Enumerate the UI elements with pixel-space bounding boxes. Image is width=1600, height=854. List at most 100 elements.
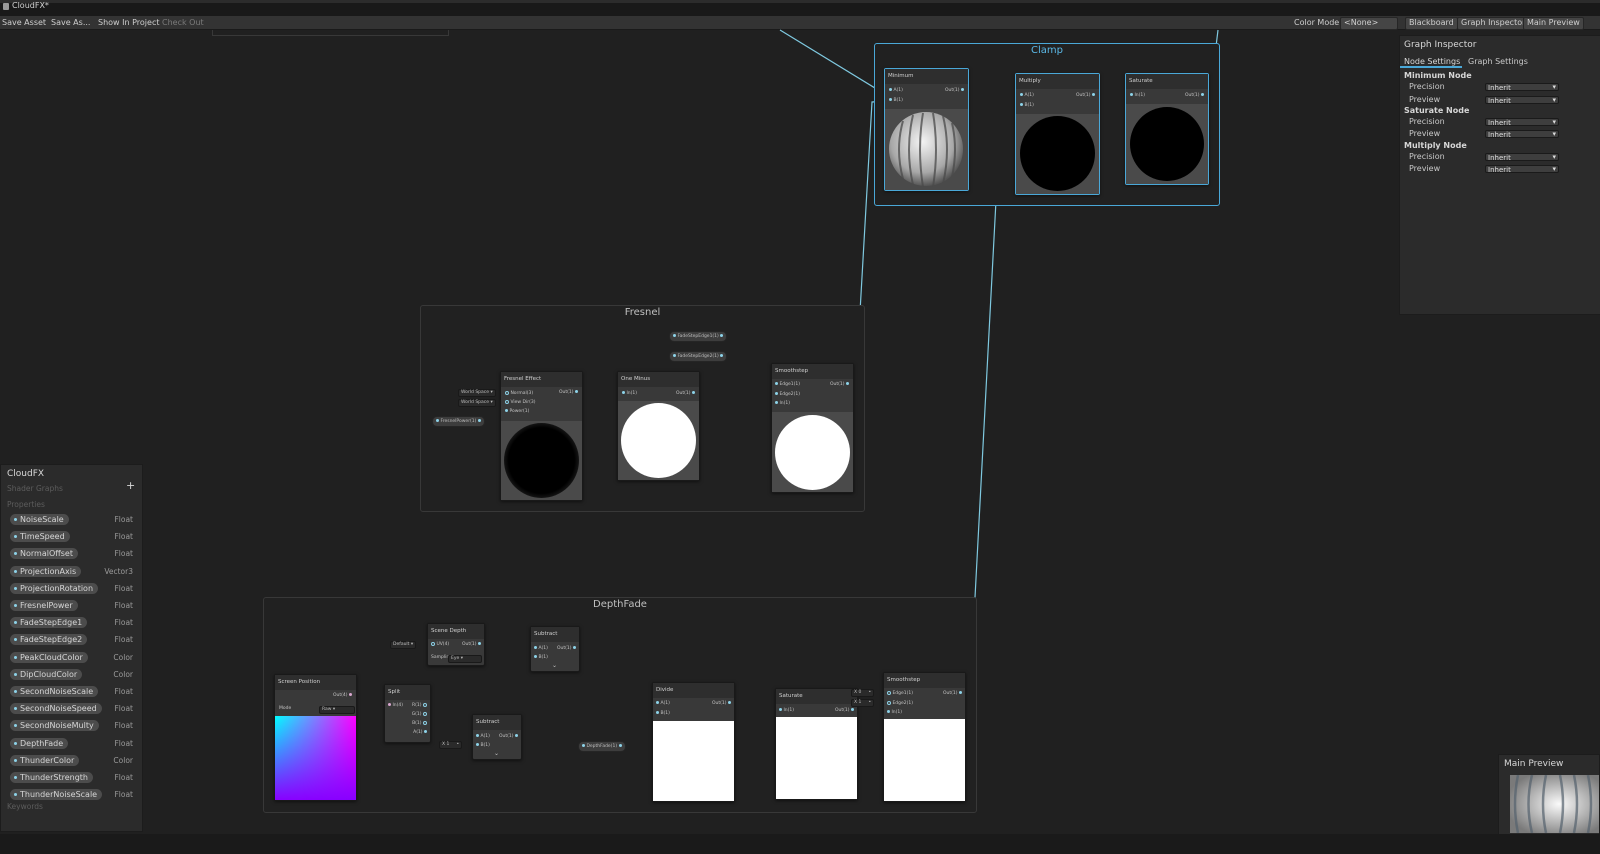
port-out[interactable]: Out(1): [1185, 92, 1204, 100]
uv-default-field[interactable]: Default ▾: [390, 641, 417, 649]
node-saturate-bottom[interactable]: Saturate In(1) Out(1): [775, 688, 858, 800]
property-name-pill[interactable]: PeakCloudColor: [10, 651, 88, 663]
node-scene-depth[interactable]: Scene Depth UV(4) Out(1) Samplin Eye ▾: [427, 623, 485, 666]
blackboard-property-row[interactable]: FadeStepEdge2 Float: [7, 634, 138, 646]
port-edge2[interactable]: Edge2(1): [775, 391, 800, 399]
chevron-down-icon[interactable]: ⌄: [552, 662, 557, 670]
port-in[interactable]: In(1): [1130, 92, 1145, 100]
port-out[interactable]: Out(1): [1076, 92, 1095, 100]
node-subtract-bottom[interactable]: Subtract A(1) B(1) Out(1) ⌄: [472, 714, 522, 760]
blackboard-property-row[interactable]: NoiseScale Float: [7, 514, 138, 526]
port-out[interactable]: Out(1): [835, 707, 854, 715]
port-normal[interactable]: Normal(3): [505, 390, 533, 398]
port-in[interactable]: In(4): [388, 702, 403, 710]
blackboard-property-row[interactable]: ThunderStrength Float: [7, 772, 138, 784]
blackboard-property-row[interactable]: PeakCloudColor Color: [7, 651, 138, 664]
port-r[interactable]: R(1): [412, 702, 427, 710]
property-name-pill[interactable]: ThunderColor: [10, 754, 80, 766]
port-a[interactable]: A(1): [534, 645, 548, 653]
property-name-pill[interactable]: ThunderNoiseScale: [10, 789, 103, 801]
property-name-pill[interactable]: ThunderStrength: [10, 772, 93, 783]
node-subtract-top[interactable]: Subtract A(1) B(1) Out(1) ⌄: [530, 626, 580, 672]
port-uv[interactable]: UV(4): [431, 641, 449, 649]
node-multiply[interactable]: Multiply A(1) B(1) Out(1): [1015, 73, 1100, 195]
port-out[interactable]: Out(1): [830, 381, 849, 389]
blackboard-panel[interactable]: CloudFX Shader Graphs + Properties Noise…: [0, 464, 143, 832]
property-chip-fadestepedge1[interactable]: FadeStepEdge1(1): [669, 331, 728, 342]
world-space-field-viewdir[interactable]: World Space ▾: [458, 399, 496, 407]
property-name-pill[interactable]: DipCloudColor: [10, 668, 83, 680]
blackboard-property-row[interactable]: TimeSpeed Float: [7, 531, 138, 543]
port-viewdir[interactable]: View Dir(3): [505, 399, 536, 407]
node-one-minus[interactable]: One Minus In(1) Out(1): [617, 371, 700, 481]
port-out[interactable]: Out(1): [559, 389, 578, 397]
port-b[interactable]: B(1): [476, 742, 490, 750]
property-name-pill[interactable]: SecondNoiseSpeed: [10, 703, 102, 715]
port-b[interactable]: B(1): [656, 710, 670, 718]
port-out[interactable]: Out(1): [676, 390, 695, 398]
minimum-precision-dropdown[interactable]: Inherit: [1485, 83, 1559, 92]
port-in[interactable]: In(1): [887, 709, 902, 717]
port-edge2[interactable]: Edge2(1): [887, 700, 913, 708]
add-property-button[interactable]: +: [126, 479, 135, 492]
blackboard-property-row[interactable]: NormalOffset Float: [7, 548, 138, 560]
edge2-x-field[interactable]: X 1 •: [851, 699, 875, 707]
port-out[interactable]: Out(1): [712, 700, 731, 708]
world-space-field-normal[interactable]: World Space ▾: [458, 389, 496, 397]
saturate-precision-dropdown[interactable]: Inherit: [1485, 118, 1559, 127]
port-in[interactable]: In(1): [622, 390, 637, 398]
blackboard-property-row[interactable]: ProjectionAxis Vector3: [7, 565, 138, 578]
property-name-pill[interactable]: FadeStepEdge2: [10, 634, 88, 646]
port-a[interactable]: A(1): [1020, 92, 1034, 100]
multiply-precision-dropdown[interactable]: Inherit: [1485, 153, 1559, 162]
port-b[interactable]: B(1): [1020, 102, 1034, 110]
node-smoothstep-bottom[interactable]: Smoothstep Edge1(1) Edge2(1) In(1) Out(1…: [883, 672, 966, 802]
port-out[interactable]: Out(1): [945, 87, 964, 95]
property-chip-depthfade[interactable]: DepthFade(1): [578, 741, 626, 752]
property-name-pill[interactable]: FadeStepEdge1: [10, 617, 88, 629]
blackboard-property-row[interactable]: FresnelPower Float: [7, 600, 138, 612]
chevron-down-icon[interactable]: ⌄: [494, 750, 499, 758]
port-g[interactable]: G(1): [412, 711, 427, 719]
node-split[interactable]: Split In(4) R(1) G(1) B(1) A(1): [384, 684, 431, 743]
node-minimum[interactable]: Minimum A(1) B(1) Out(1): [884, 68, 969, 191]
graph-inspector-panel[interactable]: Graph Inspector Node Settings Graph Sett…: [1399, 35, 1600, 315]
property-name-pill[interactable]: FresnelPower: [10, 600, 78, 611]
port-a[interactable]: A(1): [476, 733, 490, 741]
tab-graph-settings[interactable]: Graph Settings: [1468, 56, 1528, 68]
port-in[interactable]: In(1): [775, 400, 790, 408]
port-a[interactable]: A(1): [413, 729, 427, 737]
edge1-x-field[interactable]: X 0 •: [851, 689, 875, 697]
property-name-pill[interactable]: DepthFade: [10, 737, 69, 749]
port-edge1[interactable]: Edge1(1): [887, 690, 913, 698]
port-edge1[interactable]: Edge1(1): [775, 381, 800, 389]
property-chip-fresnelpower[interactable]: FresnelPower(1): [432, 416, 485, 427]
port-b[interactable]: B(1): [889, 97, 903, 105]
blackboard-property-row[interactable]: SecondNoiseScale Float: [7, 686, 138, 698]
node-saturate-top[interactable]: Saturate In(1) Out(1): [1125, 73, 1209, 185]
property-name-pill[interactable]: NormalOffset: [10, 548, 78, 560]
saturate-preview-dropdown[interactable]: Inherit: [1485, 130, 1559, 139]
port-b[interactable]: B(1): [412, 720, 427, 728]
port-out[interactable]: Out(1): [499, 733, 518, 741]
blackboard-property-row[interactable]: ThunderNoiseScale Float: [7, 789, 138, 801]
port-out[interactable]: Out(1): [557, 645, 576, 653]
tab-node-settings[interactable]: Node Settings: [1400, 56, 1462, 68]
port-out[interactable]: Out(1): [943, 690, 962, 698]
blackboard-property-row[interactable]: ProjectionRotation Float: [7, 582, 138, 595]
blackboard-property-row[interactable]: FadeStepEdge1 Float: [7, 617, 138, 629]
property-name-pill[interactable]: SecondNoiseScale: [10, 686, 99, 697]
property-chip-fadestepedge2[interactable]: FadeStepEdge2(1): [669, 351, 728, 362]
subtract-b-x-field[interactable]: X 1 •: [439, 741, 463, 749]
minimum-preview-dropdown[interactable]: Inherit: [1485, 96, 1559, 105]
property-name-pill[interactable]: NoiseScale: [10, 514, 69, 525]
sampling-dropdown[interactable]: Eye ▾: [448, 655, 482, 663]
main-preview-panel[interactable]: Main Preview: [1498, 754, 1600, 836]
port-in[interactable]: In(1): [779, 707, 794, 715]
port-b[interactable]: B(1): [534, 654, 548, 662]
port-a[interactable]: A(1): [656, 700, 670, 708]
port-out[interactable]: Out(4): [333, 692, 352, 700]
node-fresnel-effect[interactable]: Fresnel Effect Normal(3) View Dir(3) Pow…: [500, 371, 583, 501]
node-divide[interactable]: Divide A(1) B(1) Out(1): [652, 682, 735, 802]
blackboard-property-row[interactable]: DipCloudColor Color: [7, 668, 138, 681]
